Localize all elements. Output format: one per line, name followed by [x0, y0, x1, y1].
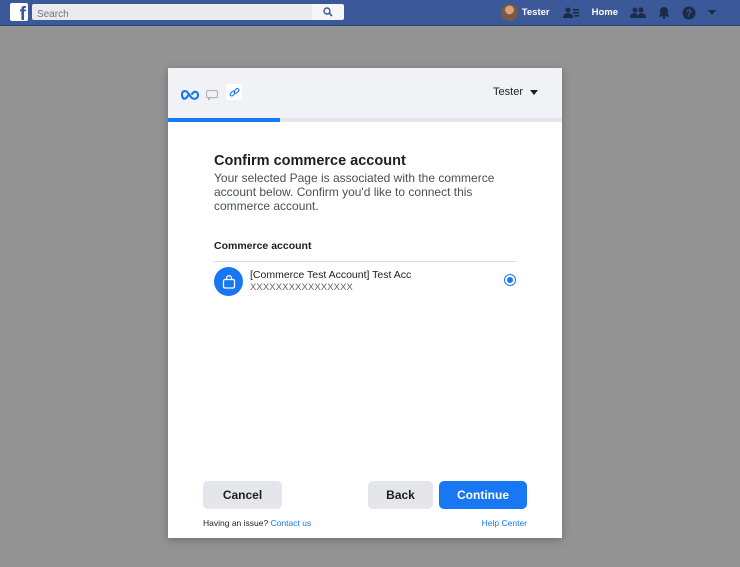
commerce-account-option[interactable]: [Commerce Test Account] Test Acc XXXXXXX…	[214, 265, 516, 299]
issue-text: Having an issue?	[203, 518, 271, 528]
progress-bar	[168, 118, 562, 122]
divider	[214, 261, 516, 262]
search-button[interactable]	[312, 4, 344, 20]
svg-text:?: ?	[686, 8, 692, 19]
facebook-logo-letter: f	[19, 4, 26, 21]
search-icon	[323, 7, 333, 17]
dialog-description: Your selected Page is associated with th…	[214, 171, 495, 213]
search-box[interactable]	[32, 4, 312, 23]
contact-us-link[interactable]: Contact us	[271, 518, 312, 528]
radio-selected-dot	[507, 277, 513, 283]
section-label: Commerce account	[214, 240, 312, 252]
account-radio[interactable]	[504, 274, 516, 286]
dialog-header: Tester	[168, 68, 562, 118]
account-name: [Commerce Test Account] Test Acc	[250, 269, 412, 281]
chevron-down-icon[interactable]	[708, 10, 716, 15]
shopping-bag-icon	[214, 267, 243, 296]
friends-icon[interactable]	[562, 7, 580, 19]
people-icon[interactable]	[630, 7, 646, 19]
bell-icon[interactable]	[658, 6, 670, 19]
footer-issue: Having an issue? Contact us	[203, 518, 311, 528]
progress-bar-fill	[168, 118, 281, 122]
account-switcher-label: Tester	[493, 86, 523, 98]
facebook-logo[interactable]: f	[10, 3, 28, 21]
home-link[interactable]: Home	[592, 7, 618, 18]
caret-down-icon	[530, 89, 538, 95]
profile-link[interactable]: Tester	[500, 4, 550, 21]
help-icon[interactable]: ?	[682, 6, 696, 20]
link-icon	[226, 84, 242, 100]
cancel-button[interactable]: Cancel	[203, 481, 282, 509]
continue-button[interactable]: Continue	[439, 481, 527, 509]
top-nav-links: Tester Home ?	[500, 4, 716, 21]
commerce-dialog: Tester Confirm commerce account Your sel…	[168, 68, 562, 538]
account-id: XXXXXXXXXXXXXXXX	[250, 282, 353, 293]
account-switcher[interactable]: Tester	[493, 86, 538, 98]
search-input[interactable]	[32, 6, 312, 23]
profile-name: Tester	[521, 7, 550, 18]
dialog-title: Confirm commerce account	[214, 153, 406, 169]
messenger-icon	[206, 87, 218, 105]
avatar	[500, 4, 518, 21]
help-center-link[interactable]: Help Center	[482, 518, 527, 528]
top-navigation-bar: f Tester Home ?	[0, 0, 740, 26]
meta-logo-icon	[180, 87, 200, 105]
back-button[interactable]: Back	[368, 481, 433, 509]
